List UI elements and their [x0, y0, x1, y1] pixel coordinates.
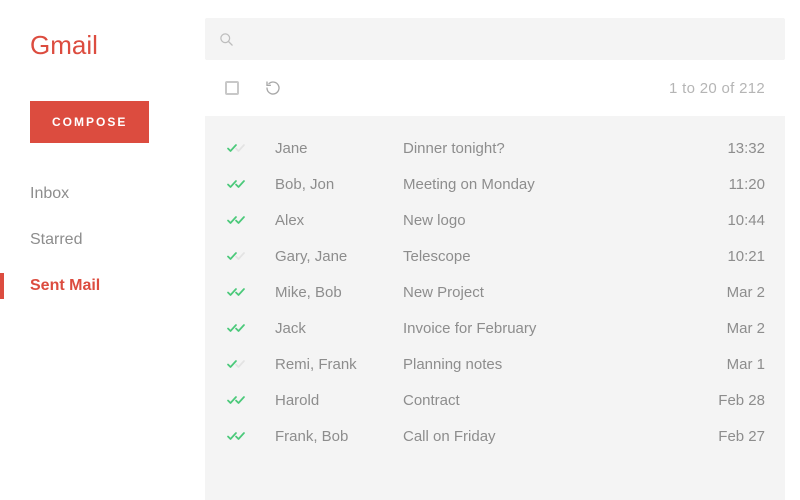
message-row[interactable]: Mike, BobNew ProjectMar 2 [205, 274, 785, 310]
app-root: Gmail COMPOSE InboxStarredSent Mail [0, 0, 800, 500]
brand-title: Gmail [0, 30, 205, 61]
read-status-icon [225, 214, 275, 226]
sidebar: Gmail COMPOSE InboxStarredSent Mail [0, 0, 205, 500]
message-sender: Jack [275, 320, 403, 337]
message-subject: Contract [403, 392, 693, 409]
read-status-icon [225, 178, 275, 190]
read-status-icon [225, 286, 275, 298]
message-sender: Mike, Bob [275, 284, 403, 301]
sidebar-item[interactable]: Inbox [0, 171, 205, 217]
message-row[interactable]: Remi, FrankPlanning notesMar 1 [205, 346, 785, 382]
sidebar-item[interactable]: Starred [0, 217, 205, 263]
search-bar[interactable] [205, 18, 785, 60]
message-time: Feb 28 [693, 392, 765, 409]
message-sender: Frank, Bob [275, 428, 403, 445]
message-subject: Invoice for February [403, 320, 693, 337]
message-row[interactable]: AlexNew logo10:44 [205, 202, 785, 238]
message-time: Mar 1 [693, 356, 765, 373]
message-subject: New logo [403, 212, 693, 229]
sidebar-item[interactable]: Sent Mail [0, 263, 205, 309]
search-icon [219, 32, 234, 47]
sidebar-nav: InboxStarredSent Mail [0, 171, 205, 309]
message-row[interactable]: JackInvoice for FebruaryMar 2 [205, 310, 785, 346]
read-status-icon [225, 250, 275, 262]
main-panel: 1 to 20 of 212 JaneDinner tonight?13:32B… [205, 0, 800, 500]
message-time: Mar 2 [693, 284, 765, 301]
message-list: JaneDinner tonight?13:32Bob, JonMeeting … [205, 116, 785, 500]
message-time: Mar 2 [693, 320, 765, 337]
message-sender: Alex [275, 212, 403, 229]
page-count: 1 to 20 of 212 [669, 80, 765, 97]
message-subject: Dinner tonight? [403, 140, 693, 157]
message-row[interactable]: JaneDinner tonight?13:32 [205, 130, 785, 166]
message-time: 10:21 [693, 248, 765, 265]
message-subject: Telescope [403, 248, 693, 265]
message-subject: Meeting on Monday [403, 176, 693, 193]
message-subject: Call on Friday [403, 428, 693, 445]
list-toolbar: 1 to 20 of 212 [205, 60, 785, 116]
message-row[interactable]: HaroldContractFeb 28 [205, 382, 785, 418]
select-all-checkbox[interactable] [225, 81, 239, 95]
message-sender: Harold [275, 392, 403, 409]
search-input[interactable] [246, 31, 771, 47]
message-row[interactable]: Gary, JaneTelescope10:21 [205, 238, 785, 274]
message-row[interactable]: Bob, JonMeeting on Monday11:20 [205, 166, 785, 202]
refresh-icon[interactable] [265, 80, 281, 96]
message-subject: New Project [403, 284, 693, 301]
message-time: 11:20 [693, 176, 765, 193]
read-status-icon [225, 394, 275, 406]
compose-button[interactable]: COMPOSE [30, 101, 149, 143]
message-subject: Planning notes [403, 356, 693, 373]
read-status-icon [225, 430, 275, 442]
message-time: 10:44 [693, 212, 765, 229]
read-status-icon [225, 322, 275, 334]
message-time: 13:32 [693, 140, 765, 157]
message-sender: Gary, Jane [275, 248, 403, 265]
message-time: Feb 27 [693, 428, 765, 445]
message-row[interactable]: Frank, BobCall on FridayFeb 27 [205, 418, 785, 454]
read-status-icon [225, 358, 275, 370]
message-sender: Remi, Frank [275, 356, 403, 373]
message-sender: Bob, Jon [275, 176, 403, 193]
message-sender: Jane [275, 140, 403, 157]
read-status-icon [225, 142, 275, 154]
